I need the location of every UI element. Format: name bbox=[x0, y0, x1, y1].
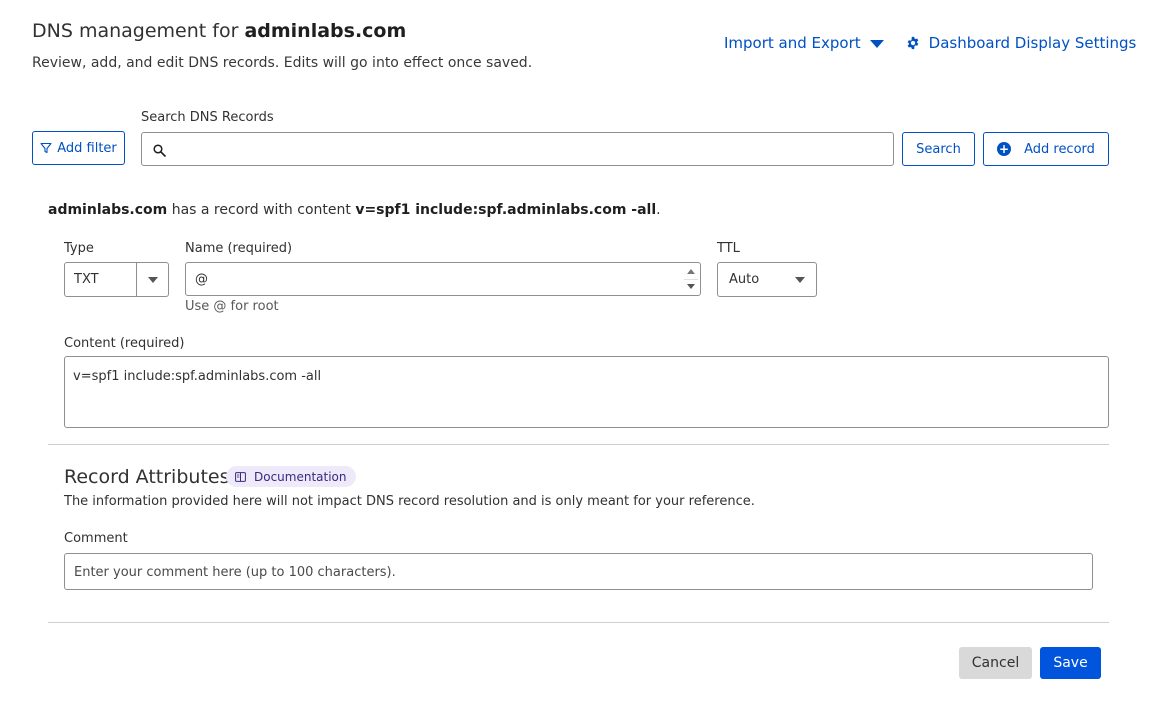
record-summary-end: . bbox=[656, 202, 661, 218]
import-export-label: Import and Export bbox=[724, 34, 861, 52]
search-input[interactable] bbox=[141, 132, 894, 166]
arrow-down-icon bbox=[687, 283, 695, 289]
record-attributes-description: The information provided here will not i… bbox=[64, 494, 755, 509]
arrow-up-icon bbox=[687, 269, 695, 275]
add-record-button[interactable]: + Add record bbox=[983, 132, 1109, 166]
comment-placeholder: Enter your comment here (up to 100 chara… bbox=[74, 565, 396, 580]
content-label: Content (required) bbox=[64, 336, 185, 351]
dashboard-settings-label: Dashboard Display Settings bbox=[928, 34, 1137, 52]
spinner-up-button[interactable] bbox=[684, 265, 698, 280]
ttl-value: Auto bbox=[729, 272, 760, 287]
search-label: Search DNS Records bbox=[141, 110, 274, 125]
type-value: TXT bbox=[74, 272, 99, 287]
add-record-label: Add record bbox=[1024, 141, 1095, 157]
gear-icon bbox=[907, 36, 918, 50]
page-subtitle: Review, add, and edit DNS records. Edits… bbox=[32, 55, 533, 71]
name-label: Name (required) bbox=[185, 241, 293, 256]
name-spinner bbox=[684, 265, 698, 293]
ttl-label: TTL bbox=[717, 241, 740, 256]
import-export-link[interactable]: Import and Export bbox=[724, 34, 884, 52]
chevron-down-icon bbox=[795, 276, 805, 283]
name-hint: Use @ for root bbox=[185, 299, 279, 314]
record-summary-middle: has a record with content bbox=[171, 202, 351, 218]
book-icon bbox=[235, 471, 246, 482]
plus-circle-icon: + bbox=[997, 142, 1012, 156]
type-label: Type bbox=[64, 241, 94, 256]
type-dropdown-toggle[interactable] bbox=[136, 263, 168, 296]
add-filter-label: Add filter bbox=[57, 140, 117, 156]
cancel-button[interactable]: Cancel bbox=[959, 647, 1032, 679]
name-value: @ bbox=[195, 272, 208, 287]
comment-input[interactable]: Enter your comment here (up to 100 chara… bbox=[64, 553, 1093, 590]
spinner-down-button[interactable] bbox=[684, 280, 698, 294]
chevron-down-icon bbox=[147, 276, 158, 283]
search-button[interactable]: Search bbox=[902, 132, 975, 166]
record-summary-content: v=spf1 include:spf.adminlabs.com -all bbox=[355, 202, 657, 218]
save-button[interactable]: Save bbox=[1040, 647, 1101, 679]
record-summary-domain: adminlabs.com bbox=[48, 202, 168, 218]
page-title: DNS management for adminlabs.com bbox=[32, 20, 406, 42]
type-select[interactable]: TXT bbox=[64, 262, 169, 297]
filter-icon bbox=[40, 142, 52, 154]
header-links: Import and Export Dashboard Display Sett… bbox=[724, 34, 1136, 52]
dashboard-settings-link[interactable]: Dashboard Display Settings bbox=[906, 34, 1137, 52]
footer-divider bbox=[48, 622, 1109, 623]
caret-down-icon bbox=[869, 39, 884, 48]
documentation-label: Documentation bbox=[254, 469, 347, 484]
content-value: v=spf1 include:spf.adminlabs.com -all bbox=[73, 369, 322, 384]
record-summary: adminlabs.com has a record with content … bbox=[48, 202, 661, 218]
page-title-domain: adminlabs.com bbox=[244, 20, 407, 42]
content-textarea[interactable]: v=spf1 include:spf.adminlabs.com -all bbox=[64, 356, 1109, 428]
comment-label: Comment bbox=[64, 531, 128, 546]
section-divider bbox=[48, 444, 1109, 445]
page-title-prefix: DNS management for bbox=[32, 20, 239, 42]
documentation-link[interactable]: Documentation bbox=[226, 466, 356, 487]
name-input[interactable]: @ bbox=[185, 262, 701, 296]
record-attributes-title: Record Attributes bbox=[64, 466, 230, 488]
add-filter-button[interactable]: Add filter bbox=[32, 131, 125, 165]
search-icon bbox=[153, 144, 166, 157]
ttl-select[interactable]: Auto bbox=[717, 262, 817, 297]
